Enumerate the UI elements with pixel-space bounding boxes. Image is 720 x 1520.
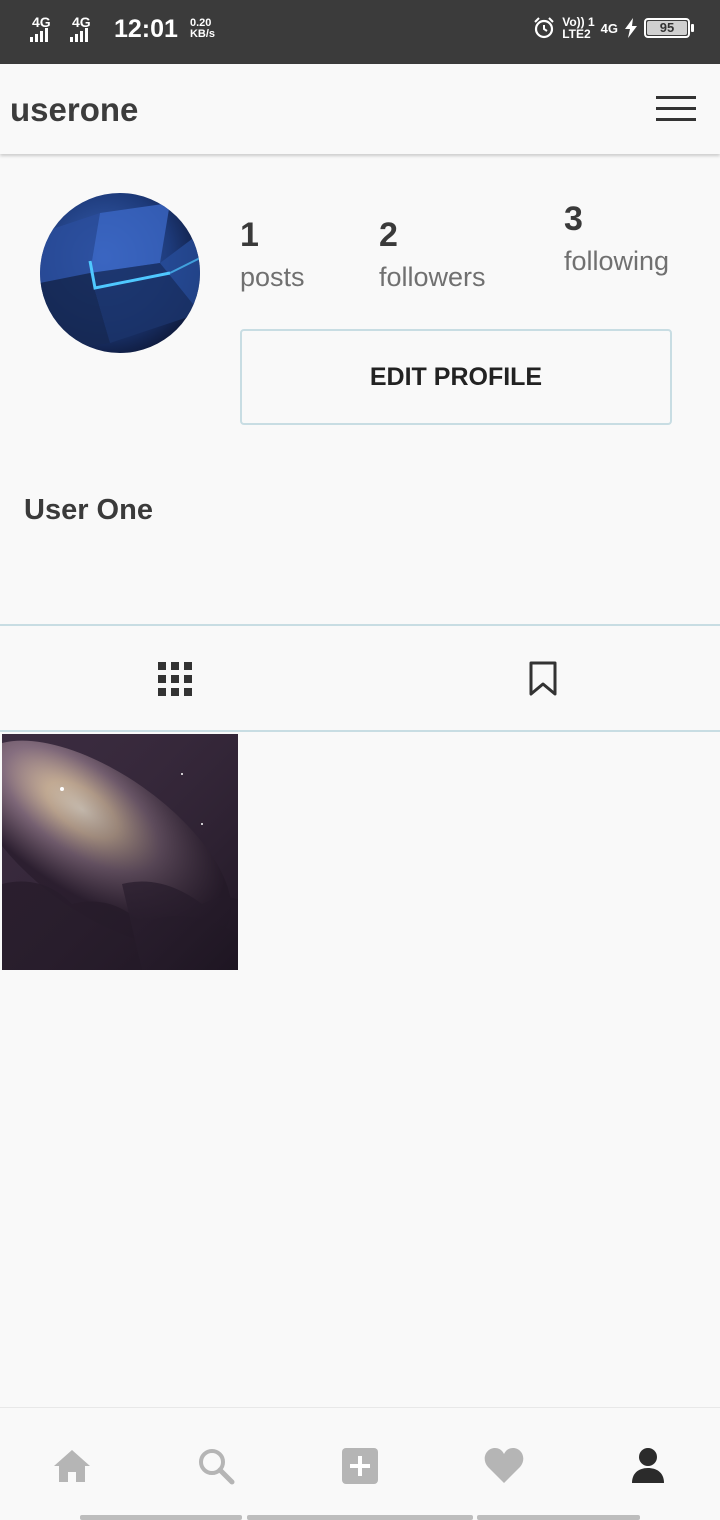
posts-label: posts bbox=[240, 262, 305, 292]
profile-username: userone bbox=[10, 91, 139, 128]
battery-level: 95 bbox=[647, 21, 687, 35]
add-post-icon bbox=[342, 1448, 378, 1484]
tab-saved[interactable] bbox=[360, 630, 720, 728]
grid-icon bbox=[158, 662, 192, 696]
network-speed: 0.20 KB/s bbox=[190, 18, 215, 40]
post-image bbox=[2, 734, 238, 970]
nav-home[interactable] bbox=[50, 1444, 94, 1488]
profile-icon bbox=[632, 1448, 664, 1483]
status-bar: 4G 4G 12:01 0.20 KB/s Vo)) 1 LTE2 4G 95 bbox=[0, 0, 720, 64]
search-icon bbox=[199, 1449, 235, 1485]
nav-add-post[interactable] bbox=[338, 1444, 382, 1488]
followers-label: followers bbox=[379, 262, 486, 292]
posts-count: 1 bbox=[240, 216, 259, 254]
posts-stat: 1 posts bbox=[240, 216, 305, 293]
top-app-bar: userone bbox=[0, 64, 720, 154]
alarm-icon bbox=[534, 17, 554, 39]
heart-icon bbox=[484, 1448, 524, 1483]
edit-profile-button[interactable]: EDIT PROFILE bbox=[240, 329, 672, 425]
home-icon bbox=[54, 1450, 90, 1482]
avatar[interactable] bbox=[40, 193, 200, 353]
network-speed-unit: KB/s bbox=[189, 28, 216, 40]
gesture-bar-left bbox=[80, 1515, 242, 1520]
bookmark-icon bbox=[529, 661, 557, 696]
volte-bottom-text: LTE2 bbox=[562, 27, 591, 41]
nav-profile[interactable] bbox=[626, 1444, 670, 1488]
gesture-bar-center bbox=[247, 1515, 473, 1520]
following-label: following bbox=[564, 246, 670, 276]
gesture-bar-right bbox=[477, 1515, 640, 1520]
tabs-top-divider bbox=[0, 624, 720, 626]
volte-indicator: Vo)) 1 LTE2 bbox=[562, 16, 594, 40]
display-name: User One bbox=[24, 494, 153, 526]
followers-stat[interactable]: 2 followers bbox=[379, 216, 486, 293]
sim1-signal-icon: 4G bbox=[30, 14, 62, 44]
tabs-bottom-divider bbox=[0, 730, 720, 732]
post-thumbnail[interactable] bbox=[2, 734, 238, 970]
sim2-signal-icon: 4G bbox=[70, 14, 102, 44]
battery-icon: 95 bbox=[644, 18, 694, 38]
hamburger-menu-icon[interactable] bbox=[656, 96, 696, 122]
avatar-image bbox=[40, 193, 200, 353]
nav-search[interactable] bbox=[194, 1444, 238, 1488]
status-time: 12:01 bbox=[114, 14, 178, 43]
tab-grid-view[interactable] bbox=[0, 630, 360, 728]
followers-count: 2 bbox=[379, 216, 398, 254]
following-count: 3 bbox=[564, 200, 583, 238]
charging-bolt-icon bbox=[625, 18, 637, 38]
bottom-navigation bbox=[0, 1407, 720, 1520]
following-stat[interactable]: 3 following bbox=[564, 200, 674, 277]
nav-activity[interactable] bbox=[482, 1444, 526, 1488]
network-type-right: 4G bbox=[600, 20, 618, 36]
